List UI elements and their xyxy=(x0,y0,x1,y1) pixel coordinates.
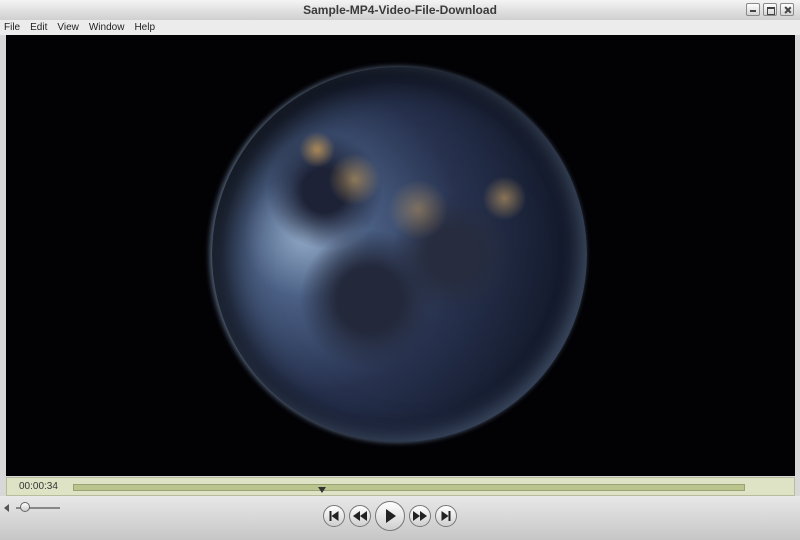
menu-help[interactable]: Help xyxy=(134,22,155,33)
go-to-start-icon xyxy=(329,511,339,521)
window-controls xyxy=(746,3,794,16)
scrub-track[interactable] xyxy=(73,484,745,493)
rewind-button[interactable] xyxy=(349,505,371,527)
play-button[interactable] xyxy=(375,501,405,531)
current-time: 00:00:34 xyxy=(19,481,58,492)
window-title: Sample-MP4-Video-File-Download xyxy=(303,3,497,17)
title-bar: Sample-MP4-Video-File-Download xyxy=(0,0,800,21)
menu-bar: File Edit View Window Help xyxy=(0,20,800,35)
volume-icon xyxy=(4,504,9,512)
timeline-bar: 00:00:34 xyxy=(6,477,795,496)
fast-forward-button[interactable] xyxy=(409,505,431,527)
minimize-icon[interactable] xyxy=(746,3,760,16)
playhead-icon[interactable] xyxy=(317,487,326,493)
menu-window[interactable]: Window xyxy=(89,22,125,33)
menu-view[interactable]: View xyxy=(57,22,79,33)
fast-forward-icon xyxy=(413,511,427,521)
video-frame-earth xyxy=(212,67,587,442)
rewind-icon xyxy=(353,511,367,521)
go-to-end-button[interactable] xyxy=(435,505,457,527)
transport-controls xyxy=(323,501,457,531)
video-display[interactable] xyxy=(6,35,795,476)
go-to-end-icon xyxy=(441,511,451,521)
play-icon xyxy=(384,509,396,523)
menu-file[interactable]: File xyxy=(4,22,20,33)
go-to-start-button[interactable] xyxy=(323,505,345,527)
control-bar xyxy=(0,496,800,540)
menu-edit[interactable]: Edit xyxy=(30,22,47,33)
volume-knob[interactable] xyxy=(20,502,31,512)
maximize-icon[interactable] xyxy=(763,3,777,16)
close-icon[interactable] xyxy=(780,3,794,16)
